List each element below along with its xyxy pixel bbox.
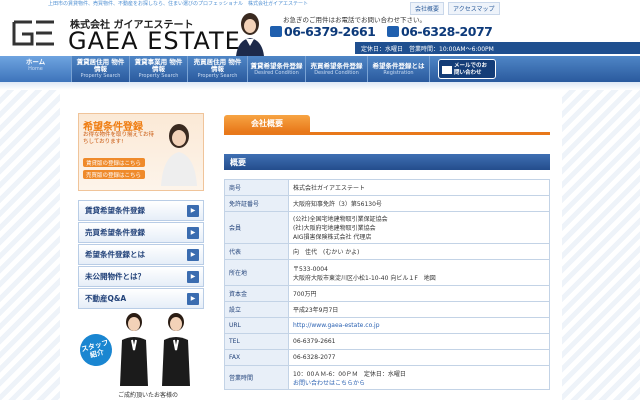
arrow-icon: ▶	[187, 226, 199, 239]
table-row: 商号 株式会社ガイアエステート	[224, 179, 550, 196]
row-value: 平成23年9月7日	[288, 301, 550, 318]
phone-note: お急ぎのご用件はお電話でお問い合わせ下さい。	[283, 16, 426, 24]
operator-image	[161, 124, 197, 186]
table-row: 営業時間 10：00ＡＭ-6：00ＰＭ 定休日：水曜日 お問い合わせはこちらから	[224, 365, 550, 390]
row-label: URL	[224, 317, 289, 334]
row-label: 会員	[224, 211, 289, 244]
overview-heading: 概要	[224, 154, 550, 170]
section-tab: 会社概要	[224, 115, 310, 132]
banner-text: お得な物件を取り揃えてお待ちしております!	[83, 132, 155, 145]
logo-text[interactable]: GAEA ESTATE	[68, 27, 241, 55]
value-line: (社)大阪府宅地建物取引業協会	[293, 225, 376, 232]
row-value: 株式会社ガイアエステート	[288, 179, 550, 196]
arrow-icon: ▶	[187, 204, 199, 217]
nav-registration[interactable]: 希望条件登録とは Registration	[368, 56, 430, 82]
arrow-icon: ▶	[187, 248, 199, 261]
value-line: (公社)全国宅地建物取引業保証協会	[293, 216, 388, 223]
table-row: FAX 06-6328-2077	[224, 349, 550, 366]
value-line: 〒533-0004	[293, 265, 328, 273]
value-line: AIG損害保険株式会社 代理店	[293, 234, 372, 241]
row-label: 設立	[224, 301, 289, 318]
table-row: 所在地 〒533-0004 大阪府大阪市東淀川区小松1-10-40 向ビル１F 地図	[224, 259, 550, 286]
phone-1[interactable]: 06-6379-2661	[270, 24, 376, 39]
row-label: 資本金	[224, 285, 289, 302]
value-line: 10：00ＡＭ-6：00ＰＭ 定休日：水曜日	[293, 370, 406, 378]
row-value: 10：00ＡＭ-6：00ＰＭ 定休日：水曜日 お問い合わせはこちらから	[288, 365, 550, 390]
row-value: http://www.gaea-estate.co.jp	[288, 317, 550, 334]
row-label: FAX	[224, 349, 289, 366]
row-label: 免許証番号	[224, 195, 289, 212]
row-value: 700万円	[288, 285, 550, 302]
menu-faq[interactable]: 不動産Q&A ▶	[78, 288, 204, 309]
nav-home[interactable]: ホーム Home	[0, 56, 72, 82]
value-link[interactable]: http://www.gaea-estate.co.jp	[293, 322, 545, 329]
menu-sale-condition[interactable]: 売買希望条件登録 ▶	[78, 222, 204, 243]
banner-title: 希望条件登録	[83, 122, 143, 133]
row-label: 営業時間	[224, 365, 289, 390]
phone-2[interactable]: 06-6328-2077	[387, 24, 493, 39]
table-row: 免許証番号 大阪府知事免許（3）第56130号	[224, 195, 550, 212]
row-label: 代表	[224, 243, 289, 260]
mail-icon	[442, 66, 452, 74]
rent-register-button[interactable]: 賃貸版の登録はこちら	[83, 158, 145, 167]
menu-registration[interactable]: 希望条件登録とは ▶	[78, 244, 204, 265]
phone-1-number: 06-6379-2661	[284, 24, 376, 39]
access-map-link[interactable]: アクセスマップ	[448, 2, 500, 15]
table-row: 代表向 佳代 (むかい かよ)	[224, 243, 550, 260]
value-link[interactable]: お問い合わせはこちらから	[293, 378, 545, 387]
table-row: 設立 平成23年9月7日	[224, 301, 550, 318]
main-nav: ホーム Home 賃貸居住用 物件情報 Property Search 賃貸事業用 …	[0, 56, 640, 82]
row-value: 〒533-0004 大阪府大阪市東淀川区小松1-10-40 向ビル１F 地図	[288, 259, 550, 286]
value-line: 700万円	[293, 291, 317, 298]
arrow-icon: ▶	[187, 270, 199, 283]
nav-mail-inquiry[interactable]: メールでのお問い合わせ	[438, 59, 496, 79]
value-line: 大阪府知事免許（3）第56130号	[293, 201, 382, 208]
row-value: 06-6328-2077	[288, 349, 550, 366]
row-value: 向 佳代 (むかい かよ)	[288, 243, 550, 260]
side-menu: 賃貸希望条件登録 ▶ 売買希望条件登録 ▶ 希望条件登録とは ▶ 未公開物件とは？ ▶ …	[78, 200, 204, 310]
nav-rent-residential[interactable]: 賃貸居住用 物件情報 Property Search	[72, 56, 130, 82]
table-row: TEL 06-6379-2661	[224, 333, 550, 350]
nav-sale-condition[interactable]: 売買希望条件登録 Desired Condition	[306, 56, 368, 82]
fax-icon	[387, 26, 399, 37]
nav-rent-business[interactable]: 賃貸事業用 物件情報 Property Search	[130, 56, 188, 82]
value-line: 平成23年9月7日	[293, 307, 339, 314]
business-hours-bar: 定休日：水曜日 営業時間：10:00AM～6:00PM	[355, 42, 640, 54]
value-line: 06-6328-2077	[293, 354, 336, 361]
menu-rent-condition[interactable]: 賃貸希望条件登録 ▶	[78, 200, 204, 221]
menu-unpublished[interactable]: 未公開物件とは？ ▶	[78, 266, 204, 287]
row-value: 06-6379-2661	[288, 333, 550, 350]
value-line: 06-6379-2661	[293, 338, 336, 345]
table-row: URL http://www.gaea-estate.co.jp	[224, 317, 550, 334]
row-label: 商号	[224, 179, 289, 196]
value-line: 向 佳代 (むかい かよ)	[293, 249, 360, 256]
value-line: 大阪府大阪市東淀川区小松1-10-40 向ビル１F 地図	[293, 274, 436, 282]
row-value: (公社)全国宅地建物取引業保証協会 (社)大阪府宅地建物取引業協会 AIG損害保険株…	[288, 211, 550, 244]
value-line: 株式会社ガイアエステート	[293, 185, 366, 192]
company-info-table: 商号 株式会社ガイアエステート 免許証番号 大阪府知事免許（3）第56130号 会員 (公…	[224, 179, 550, 390]
desired-condition-banner[interactable]: 希望条件登録 お得な物件を取り揃えてお待ちしております! 賃貸版の登録はこちら …	[78, 113, 204, 191]
row-value: 大阪府知事免許（3）第56130号	[288, 195, 550, 212]
staff-caption: ご成約頂いたお客様の	[118, 392, 179, 399]
table-row: 資本金 700万円	[224, 285, 550, 302]
phone-2-number: 06-6328-2077	[401, 24, 493, 39]
gaea-logo-icon[interactable]	[12, 18, 56, 48]
row-label: 所在地	[224, 259, 289, 286]
receptionist-image	[236, 13, 264, 56]
staff-photo	[120, 313, 190, 386]
table-row: 会員 (公社)全国宅地建物取引業保証協会 (社)大阪府宅地建物取引業協会 AIG損害保…	[224, 211, 550, 244]
nav-sale-residential[interactable]: 売買居住用 物件情報 Property Search	[188, 56, 248, 82]
sale-register-button[interactable]: 売買版の登録はこちら	[83, 170, 145, 179]
staff-banner[interactable]: スタッフ紹介 ご成約頂いたお客様の	[76, 310, 204, 400]
nav-rent-condition[interactable]: 賃貸希望条件登録 Desired Condition	[248, 56, 306, 82]
row-label: TEL	[224, 333, 289, 350]
header-tagline: 上田市の賃貸物件、売買物件、不動産をお探しなら、住まい選びのプロフェッショナル …	[48, 1, 309, 7]
arrow-icon: ▶	[187, 292, 199, 305]
phone-icon	[270, 26, 282, 37]
